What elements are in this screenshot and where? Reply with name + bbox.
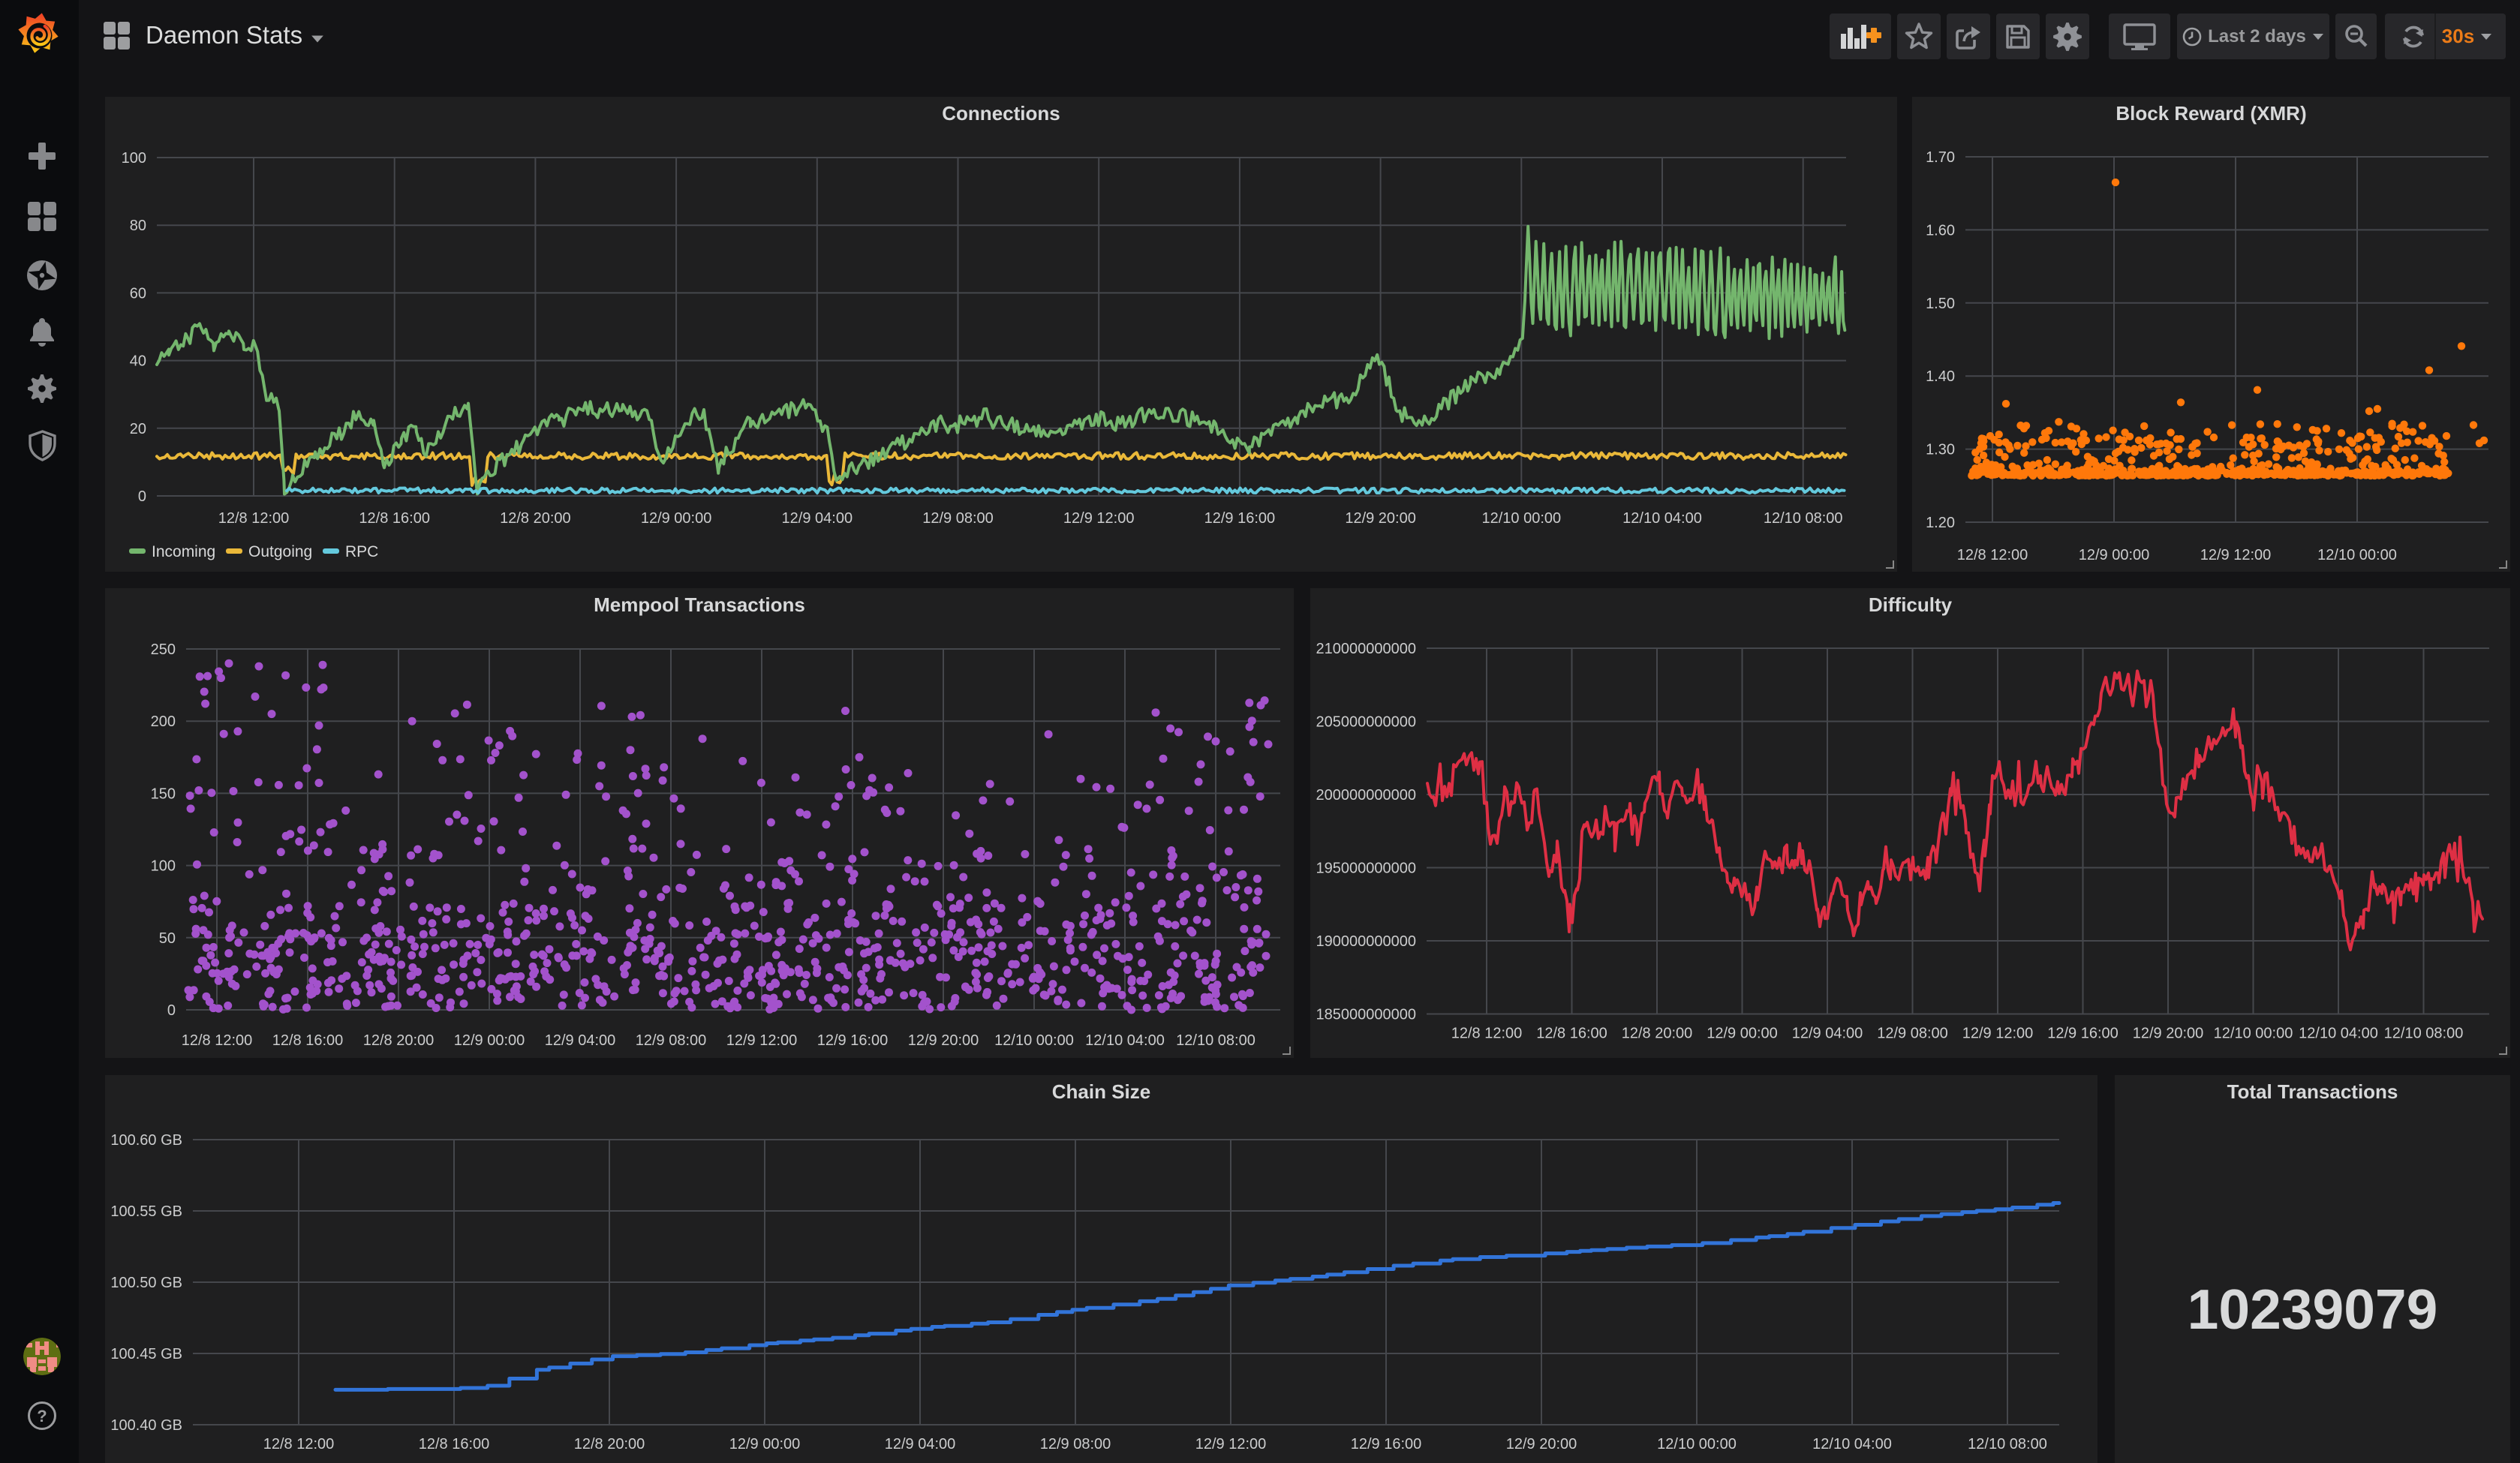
svg-text:185000000000: 185000000000 bbox=[1316, 1007, 1416, 1023]
svg-text:12/9 08:00: 12/9 08:00 bbox=[1877, 1026, 1948, 1042]
svg-text:250: 250 bbox=[151, 641, 176, 658]
svg-text:12/8 12:00: 12/8 12:00 bbox=[263, 1436, 335, 1452]
svg-text:12/9 20:00: 12/9 20:00 bbox=[1506, 1436, 1577, 1452]
svg-text:12/8 20:00: 12/8 20:00 bbox=[500, 510, 571, 527]
svg-text:Difficulty: Difficulty bbox=[1869, 593, 1953, 616]
svg-text:12/10 00:00: 12/10 00:00 bbox=[2214, 1026, 2293, 1042]
svg-text:12/10 08:00: 12/10 08:00 bbox=[2384, 1026, 2464, 1042]
svg-text:12/9 04:00: 12/9 04:00 bbox=[885, 1436, 956, 1452]
svg-text:190000000000: 190000000000 bbox=[1316, 933, 1416, 950]
svg-text:12/9 12:00: 12/9 12:00 bbox=[1195, 1436, 1267, 1452]
svg-text:12/10 08:00: 12/10 08:00 bbox=[1176, 1032, 1255, 1049]
svg-text:12/10 00:00: 12/10 00:00 bbox=[994, 1032, 1074, 1049]
svg-text:?: ? bbox=[37, 1407, 47, 1425]
svg-text:12/8 16:00: 12/8 16:00 bbox=[1536, 1026, 1607, 1042]
svg-text:Connections: Connections bbox=[942, 102, 1060, 125]
svg-text:Mempool Transactions: Mempool Transactions bbox=[594, 593, 805, 616]
svg-text:40: 40 bbox=[130, 353, 146, 370]
svg-text:1.30: 1.30 bbox=[1926, 442, 1955, 458]
svg-text:12/9 00:00: 12/9 00:00 bbox=[1707, 1026, 1778, 1042]
svg-text:12/8 16:00: 12/8 16:00 bbox=[272, 1032, 344, 1049]
svg-text:12/8 20:00: 12/8 20:00 bbox=[363, 1032, 435, 1049]
svg-text:205000000000: 205000000000 bbox=[1316, 714, 1416, 731]
svg-text:12/10 00:00: 12/10 00:00 bbox=[2317, 547, 2397, 563]
svg-text:12/9 04:00: 12/9 04:00 bbox=[545, 1032, 616, 1049]
svg-text:0: 0 bbox=[167, 1002, 176, 1019]
svg-text:12/9 04:00: 12/9 04:00 bbox=[782, 510, 853, 527]
svg-text:12/10 08:00: 12/10 08:00 bbox=[1764, 510, 1843, 527]
svg-text:12/9 12:00: 12/9 12:00 bbox=[1962, 1026, 2034, 1042]
svg-text:12/9 16:00: 12/9 16:00 bbox=[2047, 1026, 2119, 1042]
svg-text:12/9 08:00: 12/9 08:00 bbox=[636, 1032, 707, 1049]
svg-text:10239079: 10239079 bbox=[2188, 1278, 2438, 1341]
svg-text:12/8 20:00: 12/8 20:00 bbox=[1622, 1026, 1693, 1042]
svg-text:210000000000: 210000000000 bbox=[1316, 641, 1416, 657]
svg-text:Outgoing: Outgoing bbox=[248, 543, 312, 560]
svg-text:1.20: 1.20 bbox=[1926, 515, 1955, 531]
svg-text:50: 50 bbox=[159, 930, 176, 947]
svg-text:RPC: RPC bbox=[345, 543, 378, 560]
svg-text:12/9 20:00: 12/9 20:00 bbox=[2133, 1026, 2204, 1042]
svg-text:100.50 GB: 100.50 GB bbox=[110, 1275, 182, 1291]
svg-text:12/9 08:00: 12/9 08:00 bbox=[922, 510, 994, 527]
svg-text:12/8 12:00: 12/8 12:00 bbox=[1451, 1026, 1523, 1042]
svg-text:0: 0 bbox=[138, 488, 146, 505]
svg-text:12/9 08:00: 12/9 08:00 bbox=[1040, 1436, 1111, 1452]
svg-text:1.40: 1.40 bbox=[1926, 368, 1955, 385]
svg-text:100.40 GB: 100.40 GB bbox=[110, 1417, 182, 1434]
svg-text:Block Reward (XMR): Block Reward (XMR) bbox=[2116, 102, 2306, 125]
svg-text:100.60 GB: 100.60 GB bbox=[110, 1132, 182, 1149]
svg-text:100: 100 bbox=[151, 858, 176, 875]
svg-text:12/8 16:00: 12/8 16:00 bbox=[359, 510, 430, 527]
svg-text:100.45 GB: 100.45 GB bbox=[110, 1346, 182, 1362]
svg-text:12/9 00:00: 12/9 00:00 bbox=[641, 510, 712, 527]
svg-text:12/8 12:00: 12/8 12:00 bbox=[1957, 547, 2028, 563]
svg-text:12/9 16:00: 12/9 16:00 bbox=[1204, 510, 1276, 527]
svg-text:Chain Size: Chain Size bbox=[1052, 1080, 1150, 1103]
svg-text:12/10 00:00: 12/10 00:00 bbox=[1481, 510, 1561, 527]
svg-text:12/10 04:00: 12/10 04:00 bbox=[1622, 510, 1702, 527]
svg-text:150: 150 bbox=[151, 786, 176, 802]
svg-text:195000000000: 195000000000 bbox=[1316, 861, 1416, 877]
svg-text:12/9 16:00: 12/9 16:00 bbox=[1351, 1436, 1422, 1452]
svg-text:1.70: 1.70 bbox=[1926, 149, 1955, 166]
svg-text:Total Transactions: Total Transactions bbox=[2227, 1080, 2398, 1103]
svg-text:12/9 12:00: 12/9 12:00 bbox=[726, 1032, 798, 1049]
svg-text:12/9 00:00: 12/9 00:00 bbox=[454, 1032, 525, 1049]
svg-text:12/9 12:00: 12/9 12:00 bbox=[1063, 510, 1135, 527]
svg-text:100.55 GB: 100.55 GB bbox=[110, 1203, 182, 1220]
svg-text:12/10 08:00: 12/10 08:00 bbox=[1968, 1436, 2047, 1452]
svg-text:1.50: 1.50 bbox=[1926, 296, 1955, 312]
svg-text:12/8 12:00: 12/8 12:00 bbox=[218, 510, 290, 527]
svg-text:Incoming: Incoming bbox=[152, 543, 215, 560]
svg-text:12/9 12:00: 12/9 12:00 bbox=[2200, 547, 2272, 563]
svg-text:12/10 00:00: 12/10 00:00 bbox=[1657, 1436, 1737, 1452]
svg-text:12/9 00:00: 12/9 00:00 bbox=[2079, 547, 2150, 563]
svg-text:12/10 04:00: 12/10 04:00 bbox=[1812, 1436, 1892, 1452]
svg-text:100: 100 bbox=[122, 150, 146, 167]
svg-text:60: 60 bbox=[130, 285, 146, 302]
svg-text:12/8 12:00: 12/8 12:00 bbox=[182, 1032, 253, 1049]
svg-text:1.60: 1.60 bbox=[1926, 222, 1955, 239]
svg-text:12/9 20:00: 12/9 20:00 bbox=[908, 1032, 979, 1049]
svg-text:12/9 16:00: 12/9 16:00 bbox=[817, 1032, 889, 1049]
svg-text:12/9 04:00: 12/9 04:00 bbox=[1792, 1026, 1863, 1042]
svg-text:12/8 16:00: 12/8 16:00 bbox=[419, 1436, 490, 1452]
svg-text:12/9 00:00: 12/9 00:00 bbox=[729, 1436, 801, 1452]
svg-text:200000000000: 200000000000 bbox=[1316, 787, 1416, 804]
svg-text:200: 200 bbox=[151, 713, 176, 730]
svg-text:12/10 04:00: 12/10 04:00 bbox=[2299, 1026, 2378, 1042]
svg-text:12/10 04:00: 12/10 04:00 bbox=[1085, 1032, 1165, 1049]
svg-text:12/8 20:00: 12/8 20:00 bbox=[574, 1436, 645, 1452]
svg-text:20: 20 bbox=[130, 421, 146, 437]
svg-text:12/9 20:00: 12/9 20:00 bbox=[1345, 510, 1416, 527]
svg-text:80: 80 bbox=[130, 218, 146, 234]
